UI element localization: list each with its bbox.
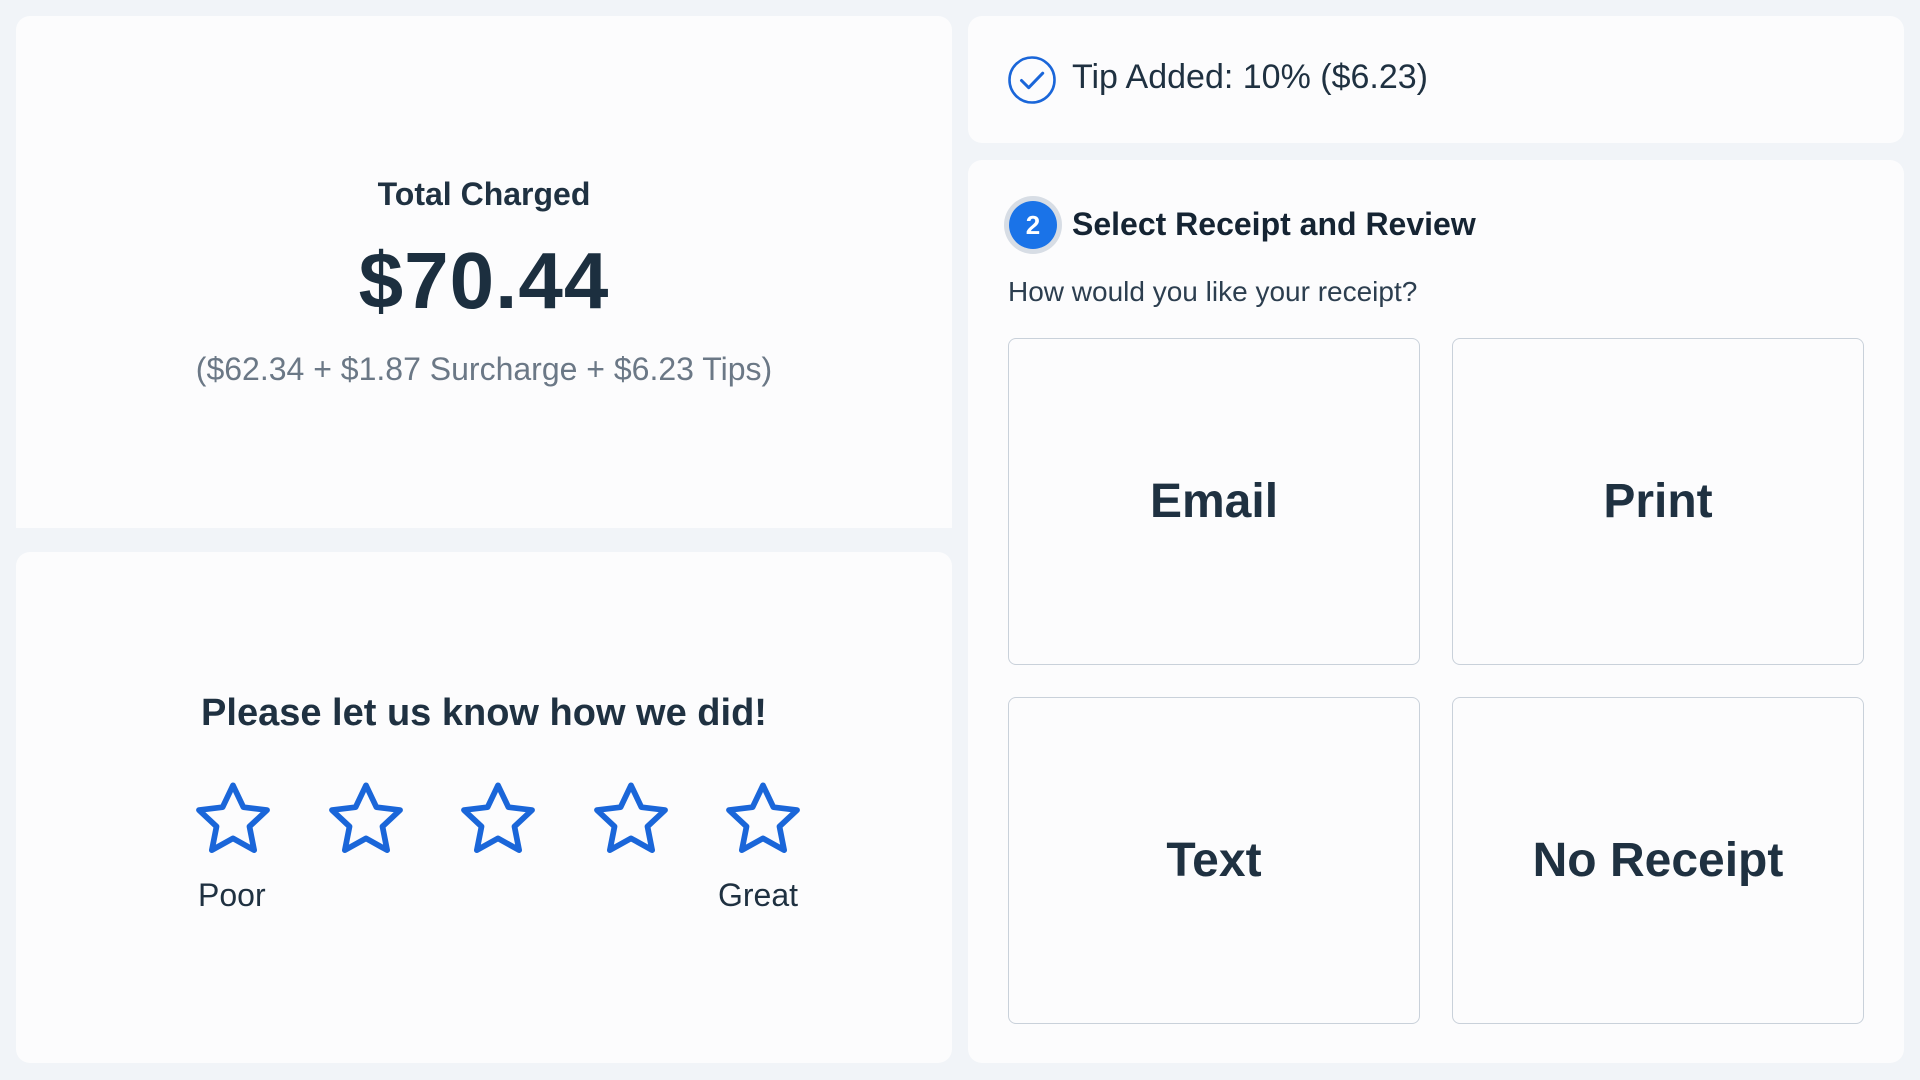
step-number-badge: 2	[1004, 196, 1062, 254]
total-amount: $70.44	[358, 236, 610, 325]
receipt-options: Email Print Text No Receipt	[1008, 338, 1864, 1024]
total-charged-panel: Total Charged $70.44 ($62.34 + $1.87 Sur…	[16, 16, 952, 528]
rating-title: Please let us know how we did!	[201, 692, 767, 734]
star-rating	[188, 774, 808, 864]
star-outline-icon	[461, 782, 535, 854]
text-receipt-button[interactable]: Text	[1008, 697, 1420, 1024]
check-circle-icon	[1008, 56, 1056, 104]
receipt-question: How would you like your receipt?	[1008, 276, 1418, 307]
print-receipt-button[interactable]: Print	[1452, 338, 1864, 665]
star-outline-icon	[328, 782, 403, 854]
star-5-button[interactable]	[718, 774, 808, 864]
star-2-button[interactable]	[321, 774, 411, 864]
total-label: Total Charged	[377, 176, 591, 212]
step-number: 2	[1009, 201, 1057, 249]
tip-status-panel: Tip Added: 10% ($6.23)	[968, 16, 1904, 143]
star-4-button[interactable]	[586, 774, 676, 864]
rating-low-label: Poor	[198, 877, 266, 913]
star-outline-icon	[196, 782, 270, 854]
star-outline-icon	[726, 782, 800, 854]
star-3-button[interactable]	[453, 774, 543, 864]
rating-high-label: Great	[718, 877, 799, 913]
star-outline-icon	[593, 782, 668, 854]
total-summary: Total Charged $70.44 ($62.34 + $1.87 Sur…	[16, 176, 952, 388]
email-receipt-button[interactable]: Email	[1008, 338, 1420, 665]
no-receipt-button[interactable]: No Receipt	[1452, 697, 1864, 1024]
total-breakdown: ($62.34 + $1.87 Surcharge + $6.23 Tips)	[195, 351, 773, 387]
tip-added-text: Tip Added: 10% ($6.23)	[1072, 58, 1428, 96]
payment-complete-screen: Total Charged $70.44 ($62.34 + $1.87 Sur…	[0, 0, 1920, 1080]
rating-panel: Please let us know how we did! Poor Grea…	[16, 552, 952, 1063]
star-1-button[interactable]	[188, 774, 278, 864]
receipt-title: Select Receipt and Review	[1072, 206, 1476, 242]
receipt-selection-panel: 2 Select Receipt and Review How would yo…	[968, 160, 1904, 1063]
